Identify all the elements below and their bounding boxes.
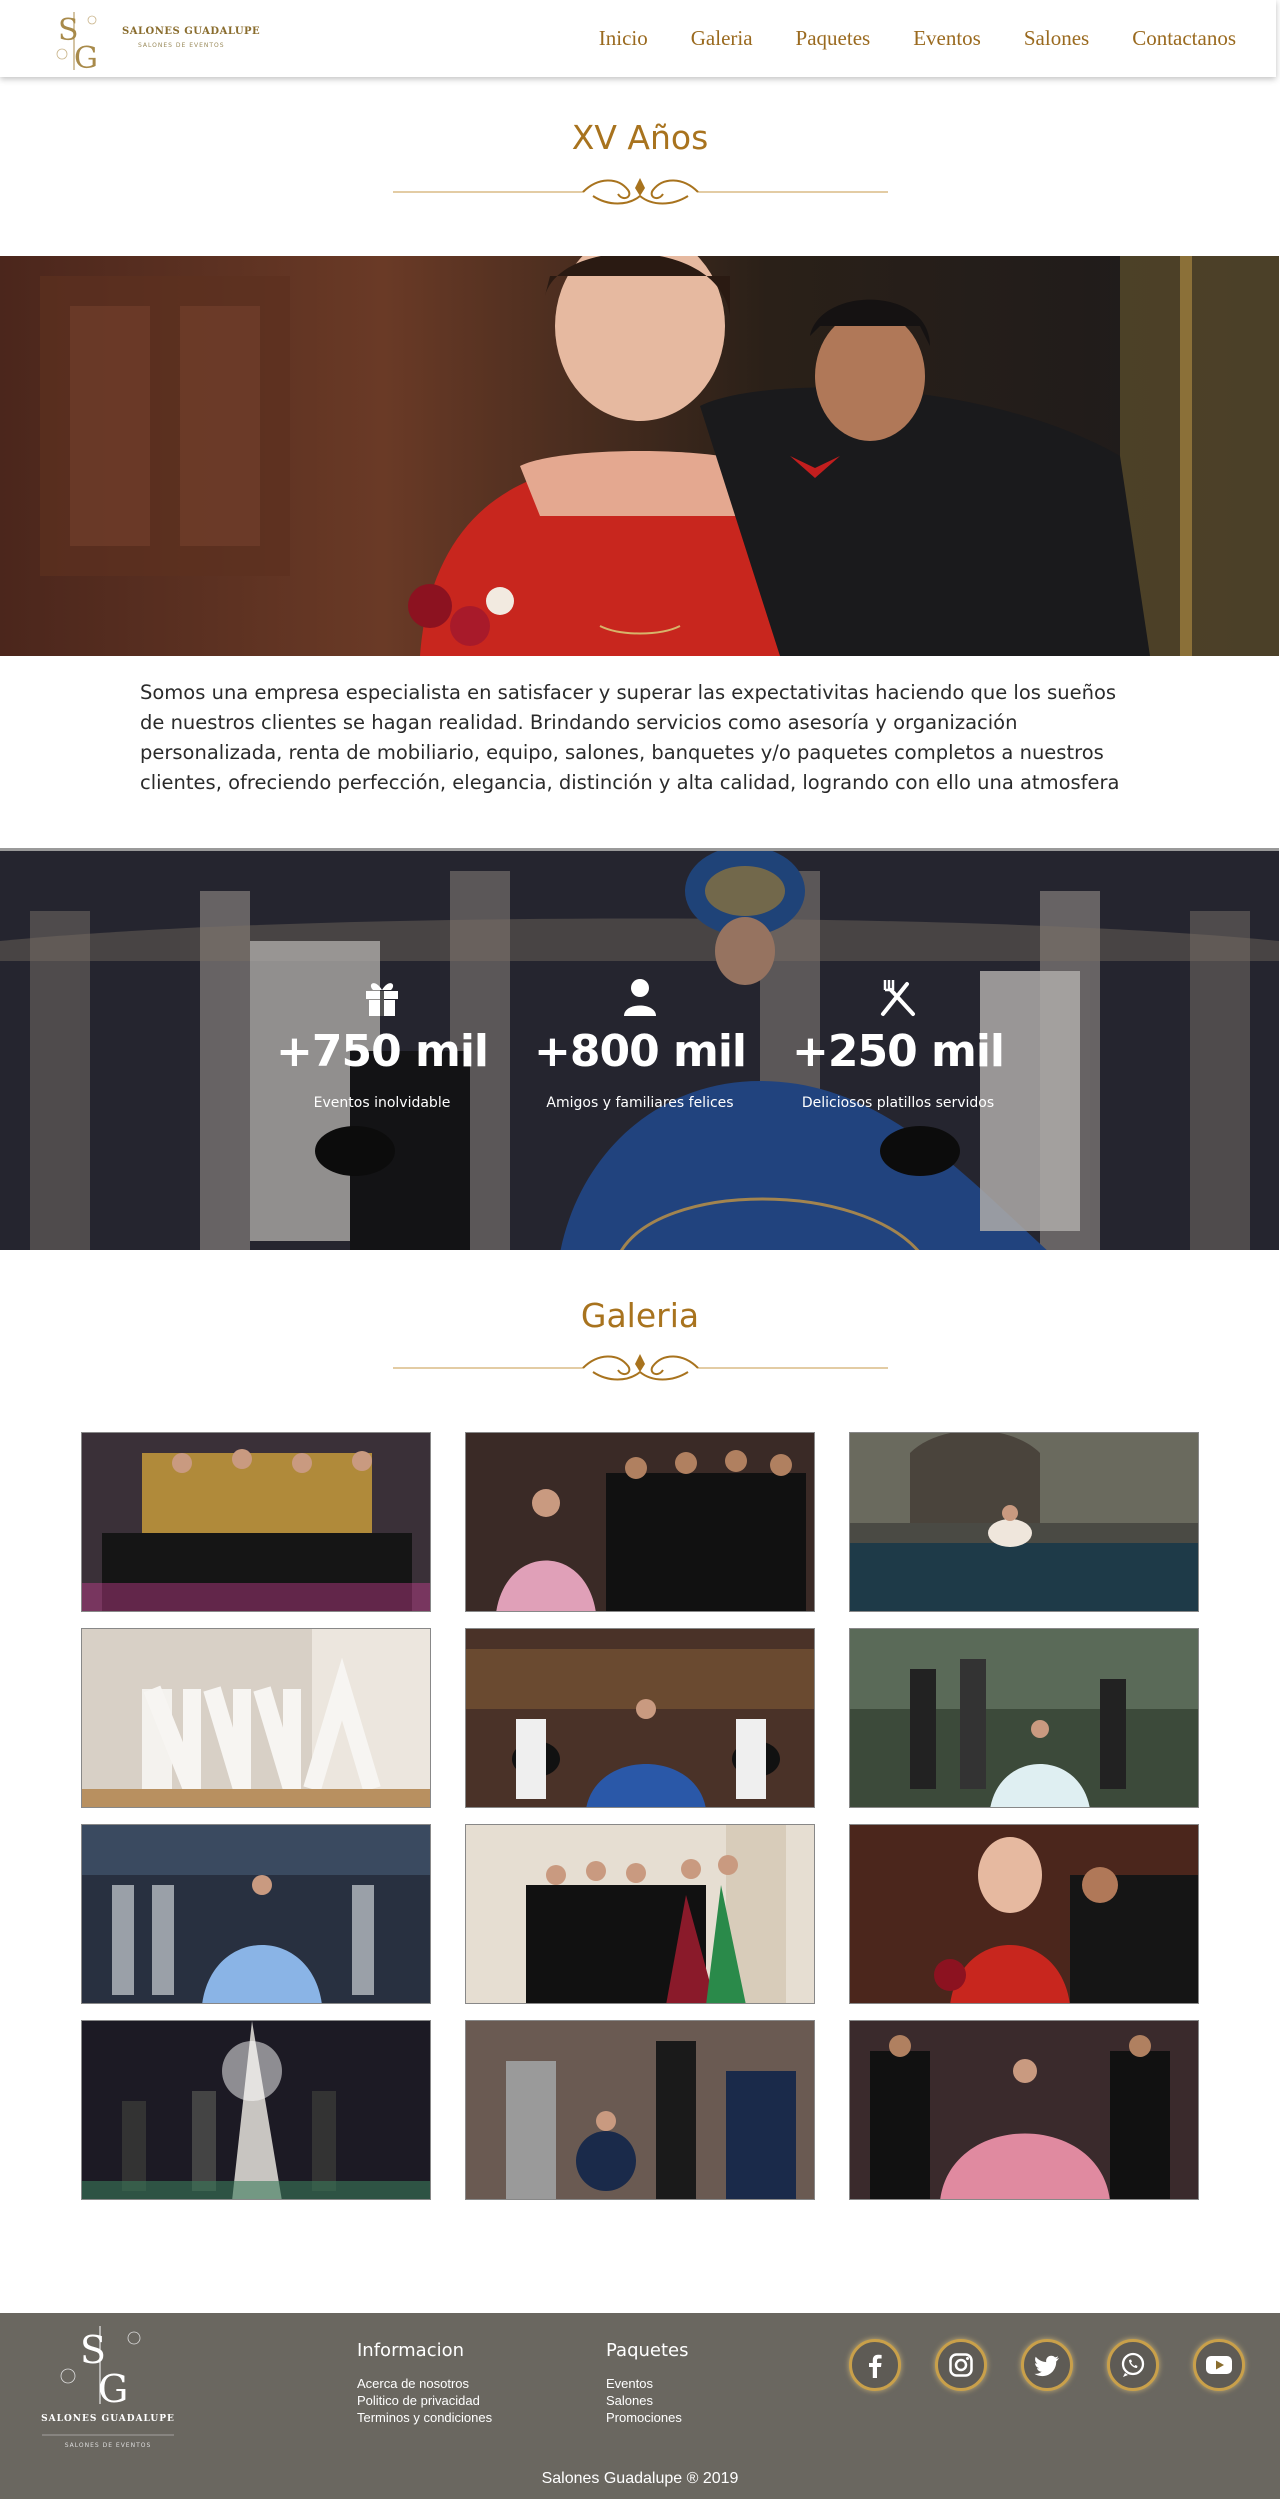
gallery-photo[interactable]	[81, 1432, 431, 1612]
stat-friends-label: Amigos y familiares felices	[546, 1095, 734, 1111]
gallery-title: Galeria	[580, 1296, 700, 1335]
youtube-link[interactable]	[1193, 2339, 1245, 2391]
footer-logo[interactable]: S G SALONES GUADALUPE SALONES DE EVENTOS	[28, 2318, 188, 2458]
footer-brand-tagline: SALONES DE EVENTOS	[64, 2442, 152, 2449]
footer-packages-column: Paquetes Eventos Salones Promociones	[606, 2340, 689, 2426]
copyright-text: Salones Guadalupe ® 2019	[541, 2470, 739, 2487]
footer-info-column: Informacion Acerca de nosotros Politico …	[357, 2340, 492, 2426]
stat-dishes-label: Deliciosos platillos servidos	[801, 1095, 995, 1111]
facebook-icon	[869, 2354, 882, 2378]
nav-galeria[interactable]: Galeria	[691, 26, 753, 51]
stat-events-value: +750 mil	[275, 1026, 489, 1077]
twitter-link[interactable]	[1021, 2339, 1073, 2391]
nav-salones[interactable]: Salones	[1024, 26, 1089, 51]
svg-text:G: G	[74, 41, 98, 72]
instagram-link[interactable]	[935, 2339, 987, 2391]
gallery-photo[interactable]	[465, 1432, 815, 1612]
footer-link-promociones[interactable]: Promociones	[606, 2409, 689, 2426]
nav-paquetes[interactable]: Paquetes	[796, 26, 871, 51]
stat-events: +750 mil Eventos inolvidable	[252, 976, 512, 1111]
nav-eventos[interactable]: Eventos	[913, 26, 981, 51]
footer-packages-title: Paquetes	[606, 2340, 689, 2361]
footer-link-privacy[interactable]: Politico de privacidad	[357, 2392, 492, 2409]
page-title: XV Años	[571, 118, 709, 157]
gallery-photo[interactable]	[849, 2020, 1199, 2200]
main-nav: Inicio Galeria Paquetes Eventos Salones …	[556, 26, 1236, 51]
svg-text:G: G	[98, 2367, 128, 2411]
stat-dishes-value: +250 mil	[791, 1026, 1005, 1077]
brand-logo[interactable]: S G SALONES GUADALUPE SALONES DE EVENTOS	[30, 4, 260, 74]
stat-events-label: Eventos inolvidable	[313, 1095, 451, 1111]
facebook-link[interactable]	[849, 2339, 901, 2391]
brand-name: SALONES GUADALUPE	[122, 26, 261, 37]
gallery-photo[interactable]	[81, 1824, 431, 2004]
monogram-logo-icon: S G	[56, 12, 98, 72]
footer-link-terms[interactable]: Terminos y condiciones	[357, 2409, 492, 2426]
hero-image	[0, 256, 1279, 656]
footer-link-about[interactable]: Acerca de nosotros	[357, 2375, 492, 2392]
instagram-icon	[949, 2353, 973, 2377]
intro-paragraph: Somos una empresa especialista en satisf…	[140, 681, 1120, 794]
gallery-ornament-icon	[393, 1354, 888, 1381]
person-icon	[624, 979, 656, 1016]
gift-icon	[366, 983, 398, 1016]
gallery-photo[interactable]	[81, 1628, 431, 1808]
navbar: S G SALONES GUADALUPE SALONES DE EVENTOS…	[0, 0, 1276, 77]
gallery-photo[interactable]	[849, 1628, 1199, 1808]
twitter-icon	[1034, 2355, 1059, 2377]
gallery-photo[interactable]	[849, 1824, 1199, 2004]
youtube-icon	[1206, 2356, 1232, 2374]
footer-brand-name: SALONES GUADALUPE	[41, 2414, 175, 2424]
gallery-photo[interactable]	[849, 1432, 1199, 1612]
stat-friends-value: +800 mil	[533, 1026, 747, 1077]
stat-friends: +800 mil Amigos y familiares felices	[510, 976, 770, 1111]
whatsapp-link[interactable]	[1107, 2339, 1159, 2391]
gallery-photo[interactable]	[465, 1824, 815, 2004]
footer-monogram-icon: S G	[42, 2326, 174, 2436]
brand-tagline: SALONES DE EVENTOS	[138, 42, 225, 49]
stats-banner: +750 mil Eventos inolvidable +800 mil Am…	[0, 848, 1279, 1250]
nav-inicio[interactable]: Inicio	[599, 26, 648, 51]
title-ornament-icon	[393, 178, 888, 205]
footer-link-eventos[interactable]: Eventos	[606, 2375, 689, 2392]
gallery-photo[interactable]	[465, 2020, 815, 2200]
nav-contactanos[interactable]: Contactanos	[1132, 26, 1236, 51]
gallery-photo[interactable]	[81, 2020, 431, 2200]
utensils-icon	[881, 980, 915, 1016]
footer-link-salones[interactable]: Salones	[606, 2392, 689, 2409]
stat-dishes: +250 mil Deliciosos platillos servidos	[768, 976, 1028, 1111]
footer-info-title: Informacion	[357, 2340, 465, 2361]
svg-text:S: S	[80, 2328, 106, 2372]
whatsapp-icon	[1121, 2352, 1145, 2377]
gallery-photo[interactable]	[465, 1628, 815, 1808]
